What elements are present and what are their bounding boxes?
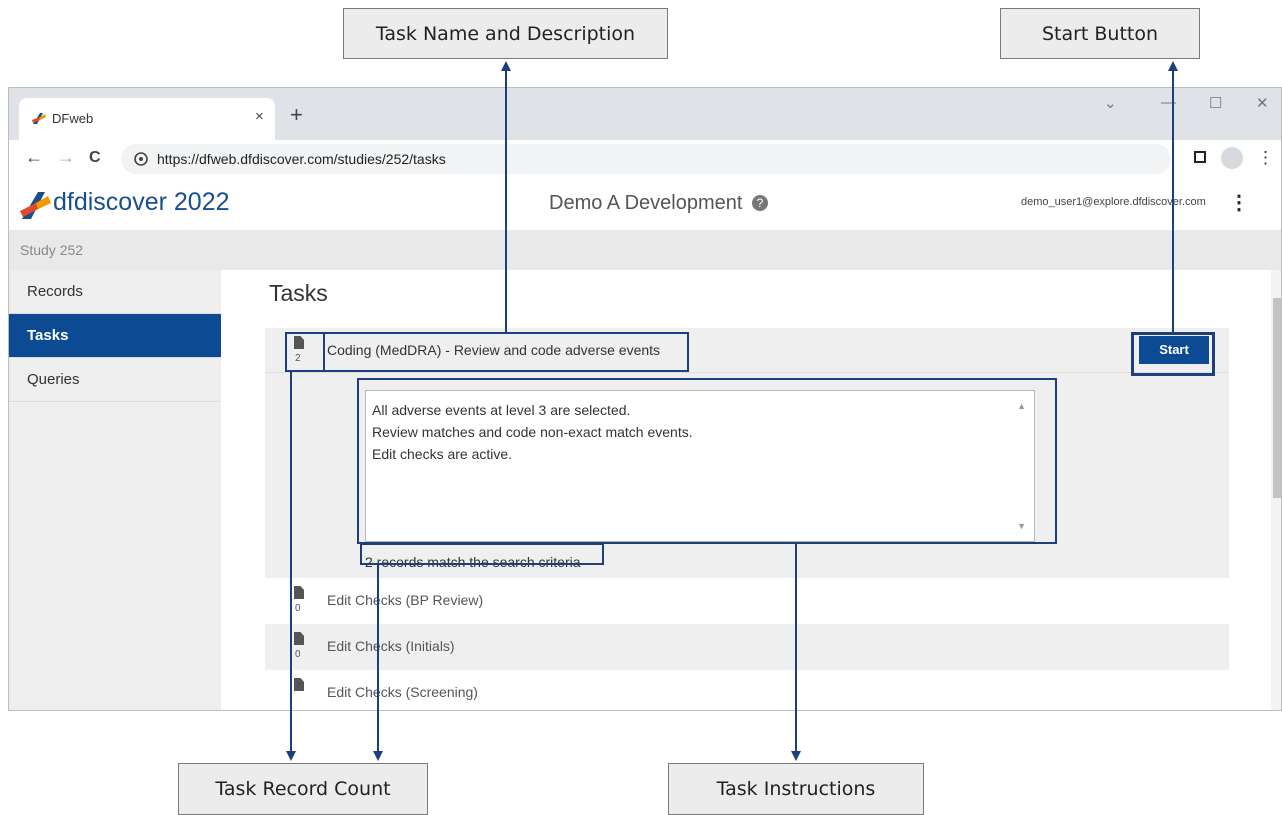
app-menu-icon[interactable]: ⋮ [1229,190,1249,215]
tab-close-icon[interactable]: × [255,108,264,125]
page-scrollbar[interactable] [1271,270,1281,710]
url-text: https://dfweb.dfdiscover.com/studies/252… [157,151,446,167]
callout-start-button: Start Button [1000,8,1200,59]
callout-task-name: Task Name and Description [343,8,668,59]
task-name: Edit Checks (BP Review) [327,592,484,608]
document-icon [294,632,304,645]
app-logo: dfdiscover 2022 [53,188,230,217]
sidebar-item-tasks[interactable]: Tasks [9,314,221,358]
task-row[interactable]: Edit Checks (Screening) [265,670,1229,710]
scrollbar-thumb[interactable] [1273,298,1281,498]
page-title: Tasks [269,280,328,306]
sidebar-item-queries[interactable]: Queries [9,358,221,402]
side-panel-icon[interactable] [1194,151,1206,163]
study-bar: Study 252 [9,230,1281,270]
task-row[interactable]: 0 Edit Checks (Initials) [265,624,1229,670]
task-record-count: 0 [295,603,301,614]
task-row[interactable]: 0 Edit Checks (BP Review) [265,578,1229,624]
back-icon[interactable]: ← [25,147,43,168]
study-title: Demo A Development ? [549,192,768,215]
logo-year: 2022 [173,188,230,216]
profile-icon[interactable] [1221,147,1243,169]
tab-bar: DFweb × + ⌄ — ☐ ✕ [9,88,1281,140]
minimize-icon[interactable]: — [1161,94,1176,111]
app-header: dfdiscover 2022 Demo A Development ? dem… [9,178,1281,230]
dfdiscover-logo-icon [32,113,46,124]
document-icon [294,586,304,599]
highlight-match-text [360,543,604,565]
lock-icon [134,152,148,166]
study-label: Study 252 [20,242,84,258]
navigation-bar: ← → C https://dfweb.dfdiscover.com/studi… [9,140,1281,179]
task-name: Edit Checks (Initials) [327,638,455,654]
task-record-count: 0 [295,649,301,660]
maximize-icon[interactable]: ☐ [1209,94,1222,112]
sidebar-item-records[interactable]: Records [9,270,221,314]
callout-task-instructions: Task Instructions [668,763,924,815]
address-bar[interactable]: https://dfweb.dfdiscover.com/studies/252… [121,144,1171,174]
user-email[interactable]: demo_user1@explore.dfdiscover.com [1021,196,1206,208]
tab-search-icon[interactable]: ⌄ [1104,94,1117,112]
logo-name: dfdiscover [53,188,167,216]
window-close-icon[interactable]: ✕ [1256,94,1269,112]
help-icon[interactable]: ? [752,195,768,211]
callout-task-record-count: Task Record Count [178,763,428,815]
highlight-record-count [285,332,325,372]
dfdiscover-logo-icon [20,192,51,219]
browser-tab[interactable]: DFweb × [19,98,275,140]
document-icon [294,678,304,691]
new-tab-icon[interactable]: + [290,102,303,128]
tab-title: DFweb [52,111,94,126]
highlight-start-button [1131,332,1215,376]
sidebar: Records Tasks Queries [9,270,221,710]
reload-icon[interactable]: C [89,149,101,167]
task-name: Edit Checks (Screening) [327,684,478,700]
forward-icon[interactable]: → [57,147,75,168]
study-title-text: Demo A Development [549,192,743,214]
highlight-instructions [357,378,1057,544]
highlight-task-name [323,332,689,372]
browser-menu-icon[interactable]: ⋮ [1257,148,1274,168]
